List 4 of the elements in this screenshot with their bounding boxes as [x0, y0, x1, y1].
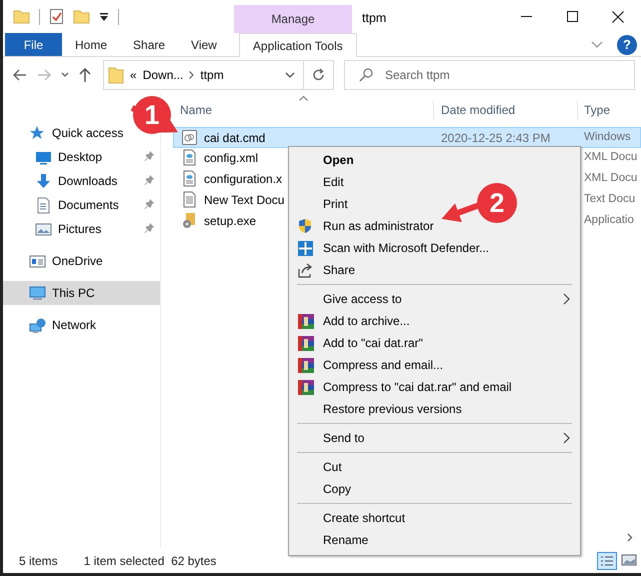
status-text: 5 items	[19, 552, 58, 570]
window-title: ttpm	[361, 10, 388, 27]
annotation-marker: 1	[133, 96, 171, 134]
status-text: 1 item selected 62 bytes	[84, 552, 216, 570]
